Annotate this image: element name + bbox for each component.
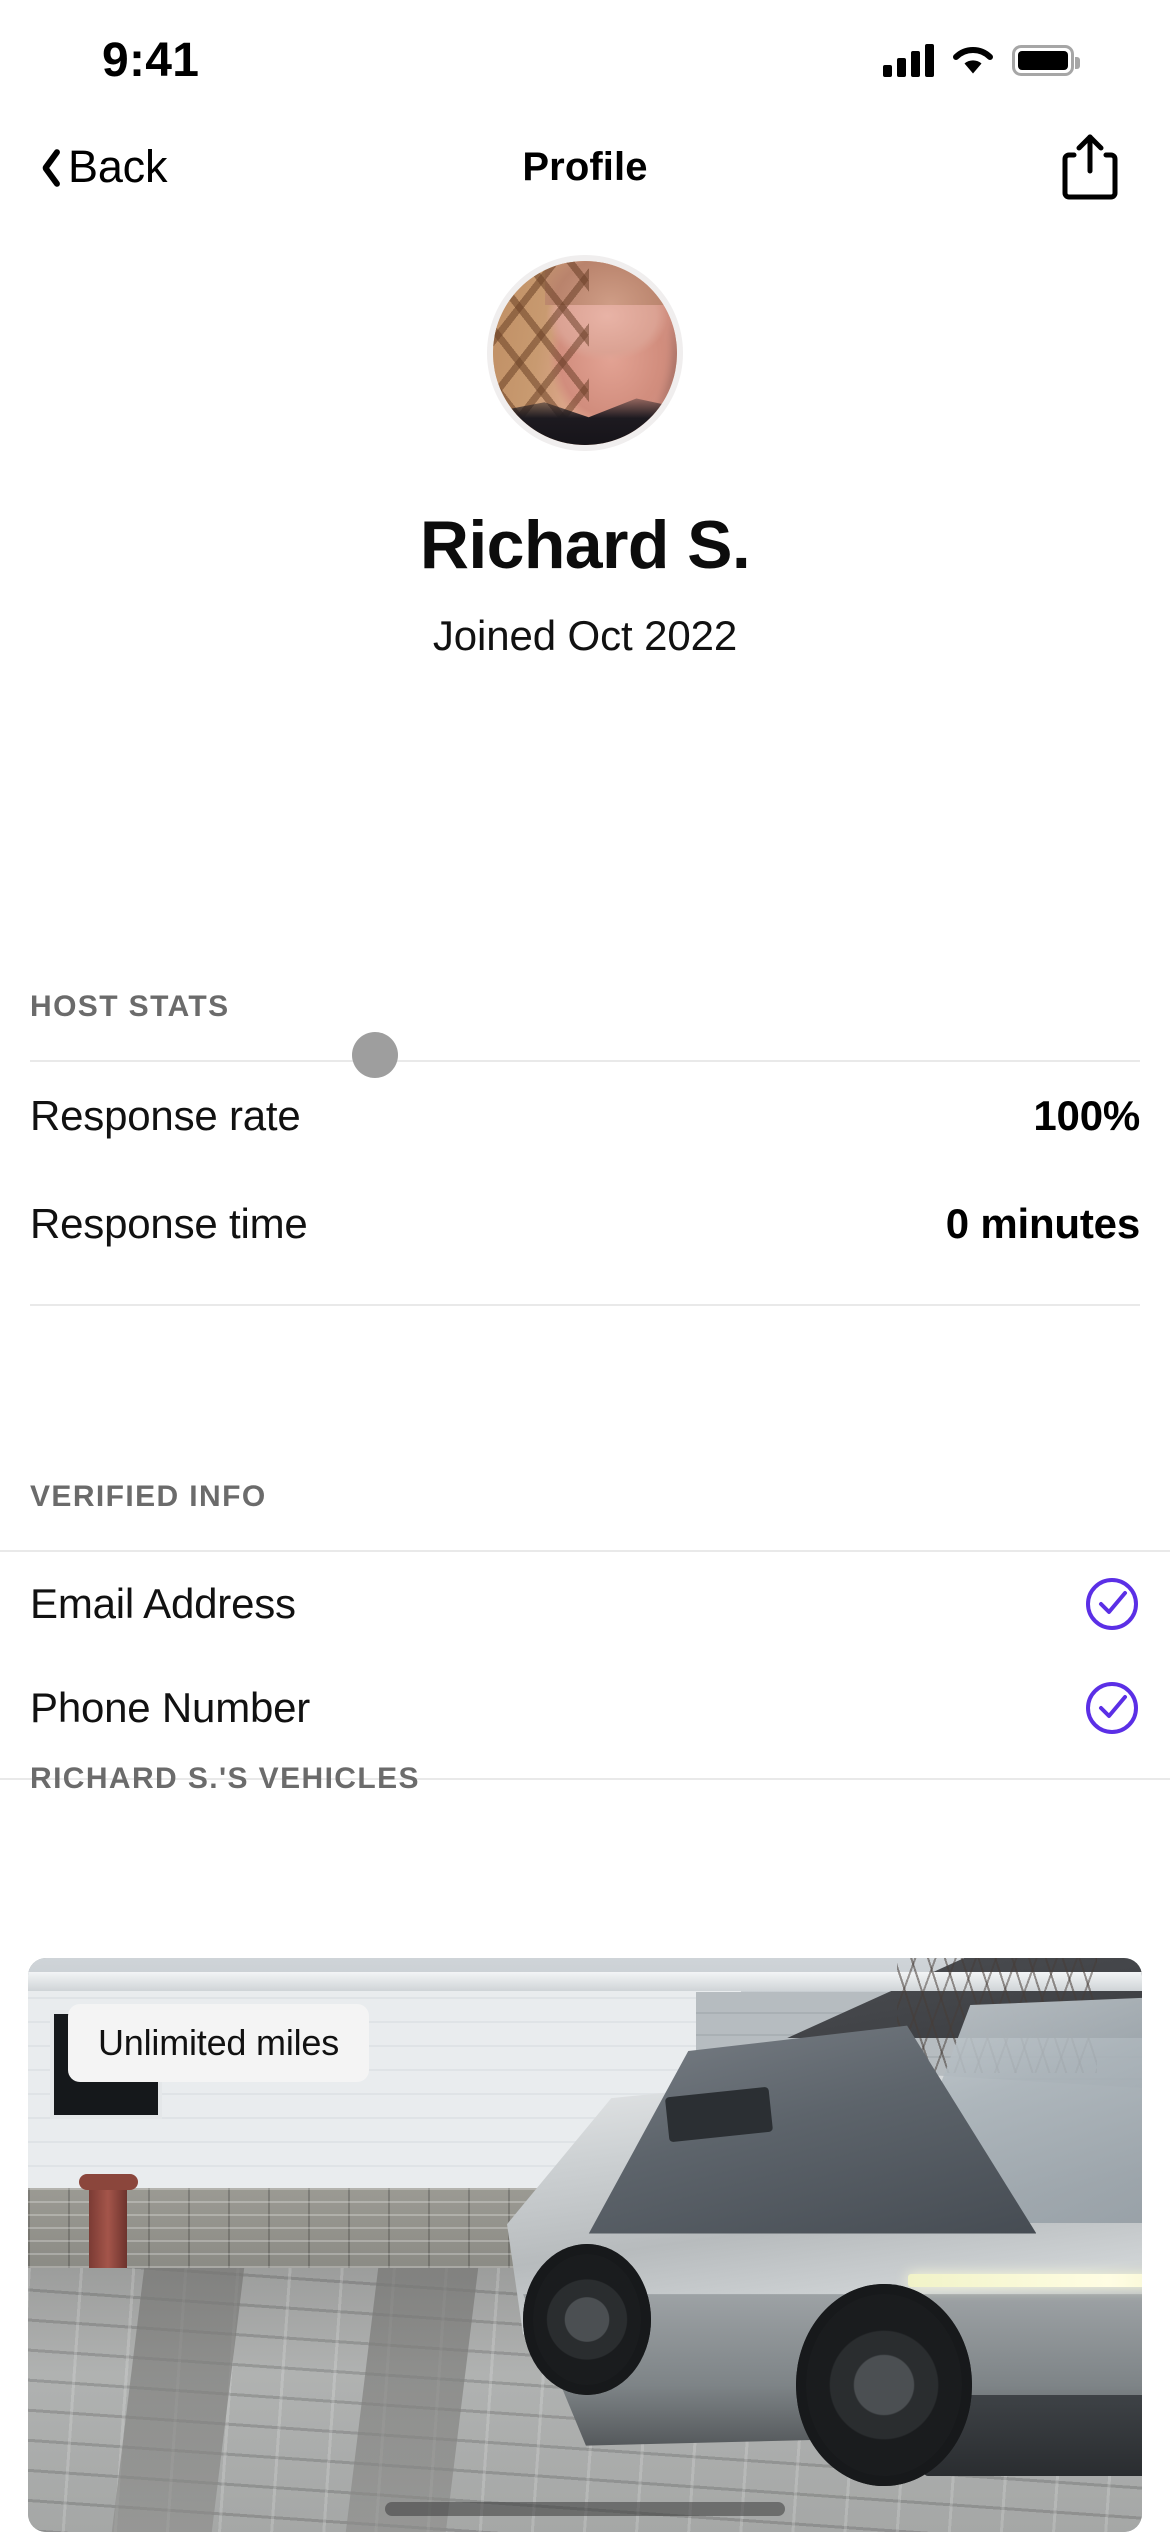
chevron-left-icon: [32, 145, 58, 189]
response-rate-value: 100%: [1033, 1092, 1140, 1139]
table-row: Phone Number: [0, 1656, 1170, 1760]
host-stats-section: HOST STATS Response rate 100% Response t…: [0, 990, 1170, 1306]
profile-name: Richard S.: [419, 507, 751, 583]
vehicle-card[interactable]: Unlimited miles: [28, 1958, 1142, 2532]
response-rate-label: Response rate: [30, 1092, 301, 1139]
email-address-label: Email Address: [30, 1580, 296, 1627]
status-bar-icons: [883, 35, 1080, 77]
verified-info-title: VERIFIED INFO: [30, 1480, 267, 1513]
table-row: Email Address: [0, 1552, 1170, 1656]
cellular-signal-icon: [883, 43, 934, 77]
vehicles-section-title: RICHARD S.'S VEHICLES: [30, 1762, 420, 1795]
share-icon: [1062, 134, 1118, 200]
table-row: Response rate 100%: [0, 1062, 1170, 1170]
table-row: Response time 0 minutes: [0, 1170, 1170, 1278]
battery-full-icon: [1012, 44, 1080, 76]
phone-number-label: Phone Number: [30, 1684, 311, 1731]
status-bar-time: 9:41: [102, 34, 200, 87]
profile-header: Richard S. Joined Oct 2022: [0, 255, 1170, 660]
profile-joined-date: Joined Oct 2022: [432, 612, 738, 659]
status-badge: Unlimited miles: [68, 2004, 370, 2082]
wifi-icon: [952, 44, 994, 76]
host-stats-title: HOST STATS: [30, 990, 230, 1023]
avatar[interactable]: [487, 255, 683, 451]
avatar-image: [493, 261, 677, 445]
profile-screen: 9:41 Profile Back Richard S. Joined Oct …: [0, 0, 1170, 2532]
touch-indicator: [352, 1032, 398, 1078]
check-circle-icon: [1084, 1680, 1140, 1736]
check-circle-icon: [1084, 1576, 1140, 1632]
home-indicator: [385, 2502, 785, 2516]
share-button[interactable]: [1060, 131, 1120, 203]
navigation-bar: Profile Back: [0, 112, 1170, 222]
back-button[interactable]: Back: [22, 127, 177, 207]
verified-info-section: VERIFIED INFO Email Address Phone Number: [0, 1480, 1170, 1780]
response-time-value: 0 minutes: [945, 1200, 1140, 1247]
back-button-label: Back: [68, 141, 168, 192]
divider: [30, 1304, 1140, 1306]
response-time-label: Response time: [30, 1200, 308, 1247]
status-bar: 9:41: [0, 0, 1170, 112]
